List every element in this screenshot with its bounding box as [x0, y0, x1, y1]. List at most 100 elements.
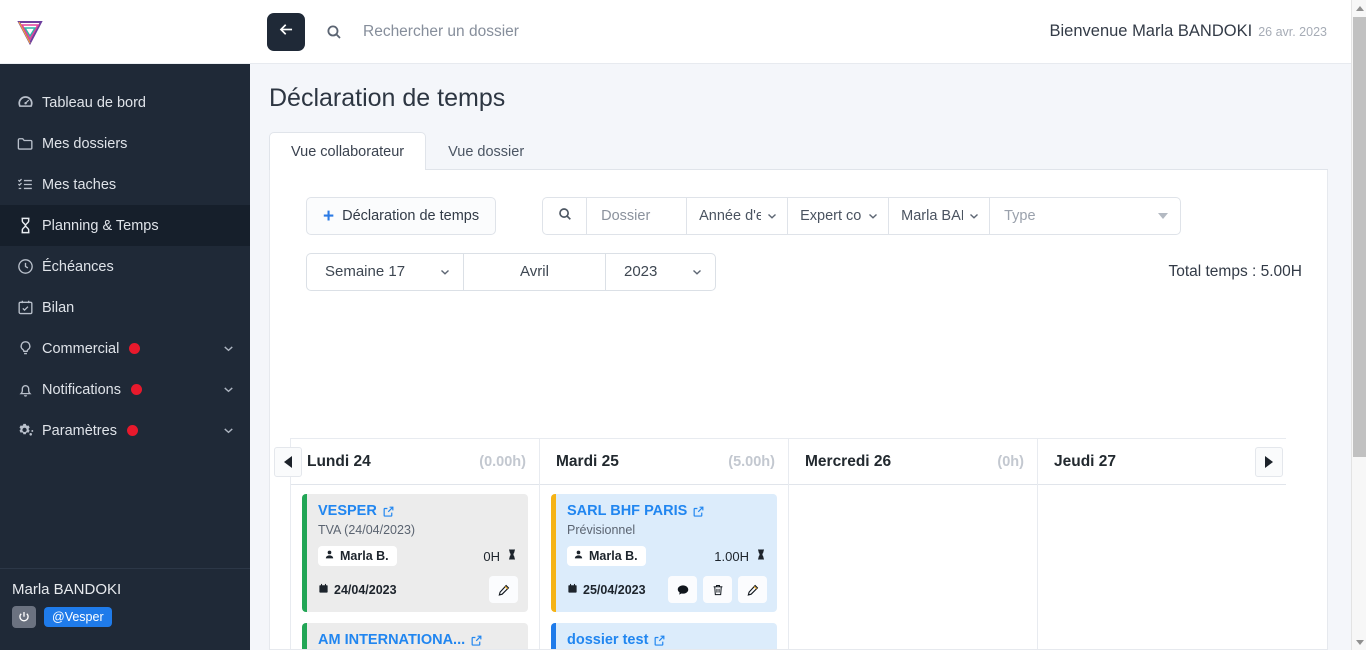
sidebar-badge-dot	[130, 384, 142, 395]
chevron-down-icon	[866, 209, 880, 223]
user-icon	[573, 549, 584, 563]
sidebar-item-label: Planning & Temps	[42, 217, 159, 234]
browser-scrollbar[interactable]	[1351, 0, 1366, 650]
chevron-down-icon	[690, 265, 704, 279]
card-hours: 1.00H	[714, 548, 767, 564]
add-declaration-button[interactable]: + Déclaration de temps	[306, 197, 497, 235]
lightbulb-icon	[16, 339, 42, 358]
timesheet-card[interactable]: SARL BHF PARIS Prévisionnel Marla B. 1.0…	[551, 494, 777, 612]
arrow-left-icon	[277, 20, 296, 44]
week-value: Semaine 17	[325, 263, 406, 280]
column-body: SARL BHF PARIS Prévisionnel Marla B. 1.0…	[540, 485, 788, 649]
user-icon	[324, 549, 335, 563]
sidebar-item-parametres[interactable]: Paramètres	[0, 410, 250, 451]
chevron-down-icon[interactable]	[221, 341, 236, 356]
sidebar-badge-dot	[129, 343, 141, 354]
card-title-row[interactable]: AM INTERNATIONA...	[318, 632, 518, 648]
sidebar-item-mes-dossiers[interactable]: Mes dossiers	[0, 123, 250, 164]
external-link-icon[interactable]	[692, 505, 705, 518]
timesheet-card[interactable]: AM INTERNATIONA... TVA (24/04/2023)	[302, 623, 528, 649]
scroll-up-icon[interactable]	[1352, 0, 1366, 16]
timesheet-card[interactable]: dossier test redaction dmc	[551, 623, 777, 649]
sidebar-item-label: Tableau de bord	[42, 94, 146, 111]
chevron-left-icon	[284, 456, 292, 468]
dossier-placeholder: Dossier	[601, 208, 651, 224]
card-actions	[668, 576, 767, 603]
timesheet-card[interactable]: VESPER TVA (24/04/2023) Marla B. 0H 24/0…	[302, 494, 528, 612]
main-content: Déclaration de temps Vue collaborateur V…	[250, 64, 1351, 650]
sidebar-item-notifications[interactable]: Notifications	[0, 369, 250, 410]
year-value: 2023	[624, 263, 658, 280]
filter-row: + Déclaration de temps Dossier Année d' …	[270, 170, 1327, 235]
tab-vue-collaborateur[interactable]: Vue collaborateur	[269, 132, 427, 170]
folder-icon	[16, 134, 42, 153]
topbar: Bienvenue Marla BANDOKI 26 avr. 2023	[250, 0, 1351, 64]
search-input[interactable]	[361, 21, 691, 42]
column-body: VESPER TVA (24/04/2023) Marla B. 0H 24/0…	[291, 485, 539, 649]
sidebar-item-commercial[interactable]: Commercial	[0, 328, 250, 369]
calendar-prev-button[interactable]	[274, 447, 302, 477]
trash-icon[interactable]	[703, 576, 732, 603]
dossier-input[interactable]: Dossier	[586, 197, 687, 235]
column-header: Mercredi 26 (0h)	[789, 438, 1037, 485]
card-title-row[interactable]: dossier test	[567, 632, 767, 648]
card-title-row[interactable]: SARL BHF PARIS	[567, 503, 767, 519]
plus-icon: +	[323, 205, 335, 227]
chevron-down-icon[interactable]	[221, 423, 236, 438]
week-select[interactable]: Semaine 17	[306, 252, 463, 291]
sidebar-user-name: Marla BANDOKI	[12, 581, 122, 598]
bell-icon	[16, 380, 42, 399]
sidebar-item-bilan[interactable]: Bilan	[0, 287, 250, 328]
collaborateur-select[interactable]: Marla BAND	[888, 197, 990, 235]
period-row: Semaine 17 Avril 2023 Total temps : 5.00…	[270, 235, 1327, 291]
tab-vue-dossier[interactable]: Vue dossier	[426, 132, 546, 170]
calendar-next-button[interactable]	[1255, 447, 1283, 477]
year-select[interactable]: 2023	[605, 252, 716, 291]
sidebar-badge-dot	[126, 425, 138, 436]
tab-bar: Vue collaborateur Vue dossier	[269, 131, 1328, 170]
edit-icon[interactable]	[489, 576, 518, 603]
gears-icon	[16, 421, 42, 440]
scroll-down-icon[interactable]	[1352, 634, 1366, 650]
sidebar-item-label: Bilan	[42, 299, 75, 316]
card-hours-value: 1.00H	[714, 548, 749, 564]
edit-icon[interactable]	[738, 576, 767, 603]
scrollbar-thumb[interactable]	[1353, 17, 1366, 457]
calendar-column-mardi: Mardi 25 (5.00h) SARL BHF PARIS Prévisio…	[539, 438, 788, 649]
back-button[interactable]	[267, 12, 305, 51]
column-body	[1038, 485, 1286, 494]
sidebar-item-echeances[interactable]: Échéances	[0, 246, 250, 287]
column-hours-label: (5.00h)	[728, 453, 775, 470]
chevron-down-icon	[438, 265, 452, 279]
annee-exercice-select[interactable]: Année d'exe	[686, 197, 788, 235]
vesper-logo-icon[interactable]	[14, 16, 46, 48]
filter-group: Dossier Année d'exe Expert comp	[542, 197, 1182, 235]
type-select[interactable]: Type	[989, 197, 1182, 235]
chevron-down-icon	[765, 209, 779, 223]
expert-comptable-select[interactable]: Expert comp	[787, 197, 889, 235]
app-viewport: Tableau de bord Mes dossiers Mes taches …	[0, 0, 1366, 650]
external-link-icon[interactable]	[653, 634, 666, 647]
column-day-label: Jeudi 27	[1054, 452, 1117, 470]
power-icon[interactable]	[12, 606, 36, 628]
task-list-icon	[16, 175, 42, 194]
sidebar-item-tableau-de-bord[interactable]: Tableau de bord	[0, 82, 250, 123]
card-user-chip: Marla B.	[318, 546, 397, 566]
filter-search-button[interactable]	[542, 197, 587, 235]
sidebar-item-planning-temps[interactable]: Planning & Temps	[0, 205, 250, 246]
column-hours-label: (0h)	[997, 453, 1024, 470]
external-link-icon[interactable]	[470, 634, 483, 647]
card-mid-row: Marla B. 1.00H	[567, 546, 767, 566]
card-hours-value: 0H	[483, 548, 500, 564]
sidebar-item-label: Notifications	[42, 381, 121, 398]
chevron-down-icon[interactable]	[221, 382, 236, 397]
card-title-row[interactable]: VESPER	[318, 503, 518, 519]
search-icon[interactable]	[325, 23, 343, 41]
card-client-name: AM INTERNATIONA...	[318, 632, 466, 648]
external-link-icon[interactable]	[382, 505, 395, 518]
sidebar-user-tag[interactable]: @Vesper	[44, 607, 112, 627]
sidebar-item-mes-taches[interactable]: Mes taches	[0, 164, 250, 205]
card-user-name: Marla B.	[340, 549, 389, 563]
comment-icon[interactable]	[668, 576, 697, 603]
card-mid-row: Marla B. 0H	[318, 546, 518, 566]
